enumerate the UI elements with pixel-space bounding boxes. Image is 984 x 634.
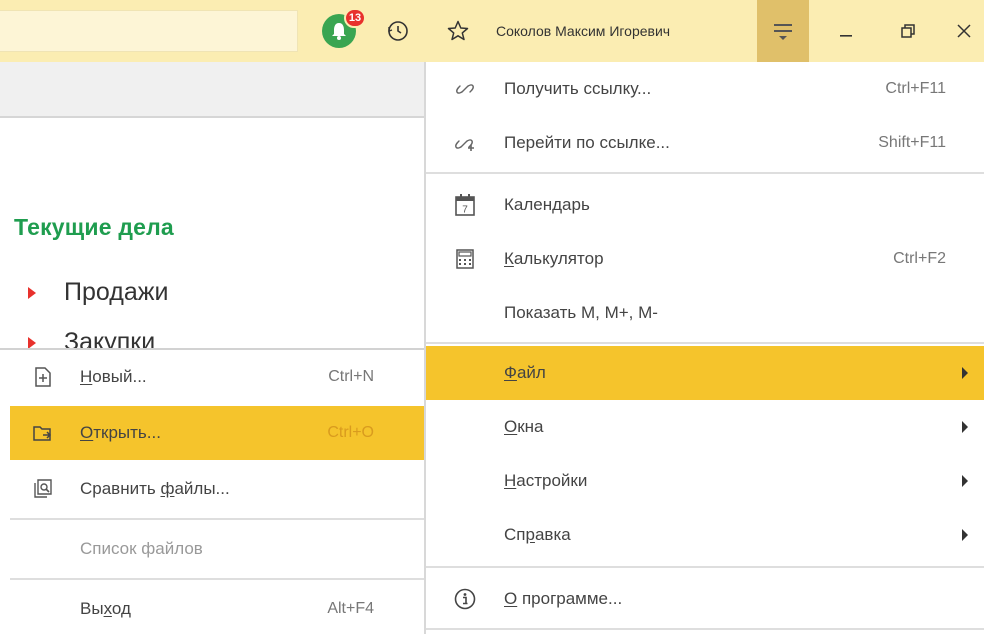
page-toolbar	[0, 62, 425, 118]
submenu-arrow-icon	[962, 529, 968, 541]
submenu-arrow-icon	[962, 421, 968, 433]
menu-separator	[426, 342, 984, 344]
submenu-item-new[interactable]: Новый... Ctrl+N	[10, 350, 424, 404]
bell-icon: 13	[322, 8, 366, 48]
nav-item-sales[interactable]: Продажи	[28, 278, 168, 307]
menu-item-windows[interactable]: Окна	[426, 400, 984, 454]
calculator-icon	[452, 246, 478, 272]
menu-item-follow-link[interactable]: Перейти по ссылке... Shift+F11	[426, 116, 984, 170]
history-icon	[388, 21, 408, 41]
expand-arrow-icon	[28, 336, 36, 348]
follow-link-icon	[452, 130, 478, 156]
menu-item-file[interactable]: Файл	[426, 346, 984, 400]
submenu-arrow-icon	[962, 475, 968, 487]
menu-item-settings[interactable]: Настройки	[426, 454, 984, 508]
submenu-item-exit[interactable]: Выход Alt+F4	[10, 582, 424, 634]
notification-count-badge: 13	[344, 8, 366, 28]
submenu-item-file-list: Список файлов	[80, 539, 203, 558]
star-icon	[447, 20, 469, 41]
menu-separator	[10, 518, 424, 520]
main-menu-button[interactable]	[757, 0, 809, 62]
menu-separator	[426, 172, 984, 174]
favorites-button[interactable]	[440, 12, 476, 50]
menu-separator	[10, 578, 424, 580]
link-icon	[452, 76, 478, 102]
title-bar: 13 Соколов Максим Игоревич	[0, 0, 984, 62]
open-folder-icon	[30, 420, 56, 446]
close-button[interactable]	[944, 12, 984, 50]
search-input[interactable]	[0, 10, 298, 52]
new-file-icon	[30, 364, 56, 390]
menu-item-calendar[interactable]: 7 Календарь	[426, 178, 984, 232]
history-button[interactable]	[380, 12, 416, 50]
menu-separator	[426, 566, 984, 568]
compare-files-icon	[30, 476, 56, 502]
minimize-button[interactable]	[826, 12, 866, 50]
menu-item-help[interactable]: Справка	[426, 508, 984, 562]
menu-item-get-link[interactable]: Получить ссылку... Ctrl+F11	[426, 62, 984, 116]
submenu-item-open[interactable]: Открыть... Ctrl+O	[10, 406, 424, 460]
current-user-name[interactable]: Соколов Максим Игоревич	[496, 18, 670, 44]
submenu-arrow-icon	[962, 367, 968, 379]
menu-item-about[interactable]: О программе...	[426, 572, 984, 626]
menu-item-calculator[interactable]: Калькулятор Ctrl+F2	[426, 232, 984, 286]
submenu-item-compare-files[interactable]: Сравнить файлы...	[10, 462, 424, 516]
minimize-icon	[840, 35, 852, 37]
expand-arrow-icon	[28, 286, 36, 299]
close-icon	[957, 24, 971, 38]
svg-text:7: 7	[462, 205, 468, 216]
main-menu-dropdown: Получить ссылку... Ctrl+F11 Перейти по с…	[424, 62, 984, 634]
menu-separator	[426, 628, 984, 630]
menu-item-show-memory[interactable]: Показать M, M+, M-	[426, 286, 984, 340]
restore-button[interactable]	[888, 12, 928, 50]
file-submenu: Новый... Ctrl+N Открыть... Ctrl+O Сравни…	[0, 348, 424, 634]
nav-item-label: Продажи	[64, 278, 169, 306]
calendar-icon: 7	[452, 192, 478, 218]
restore-icon	[901, 24, 915, 38]
menu-icon	[774, 24, 792, 40]
section-title: Текущие дела	[14, 214, 174, 240]
notifications-button[interactable]: 13	[314, 8, 366, 50]
info-icon	[452, 586, 478, 612]
